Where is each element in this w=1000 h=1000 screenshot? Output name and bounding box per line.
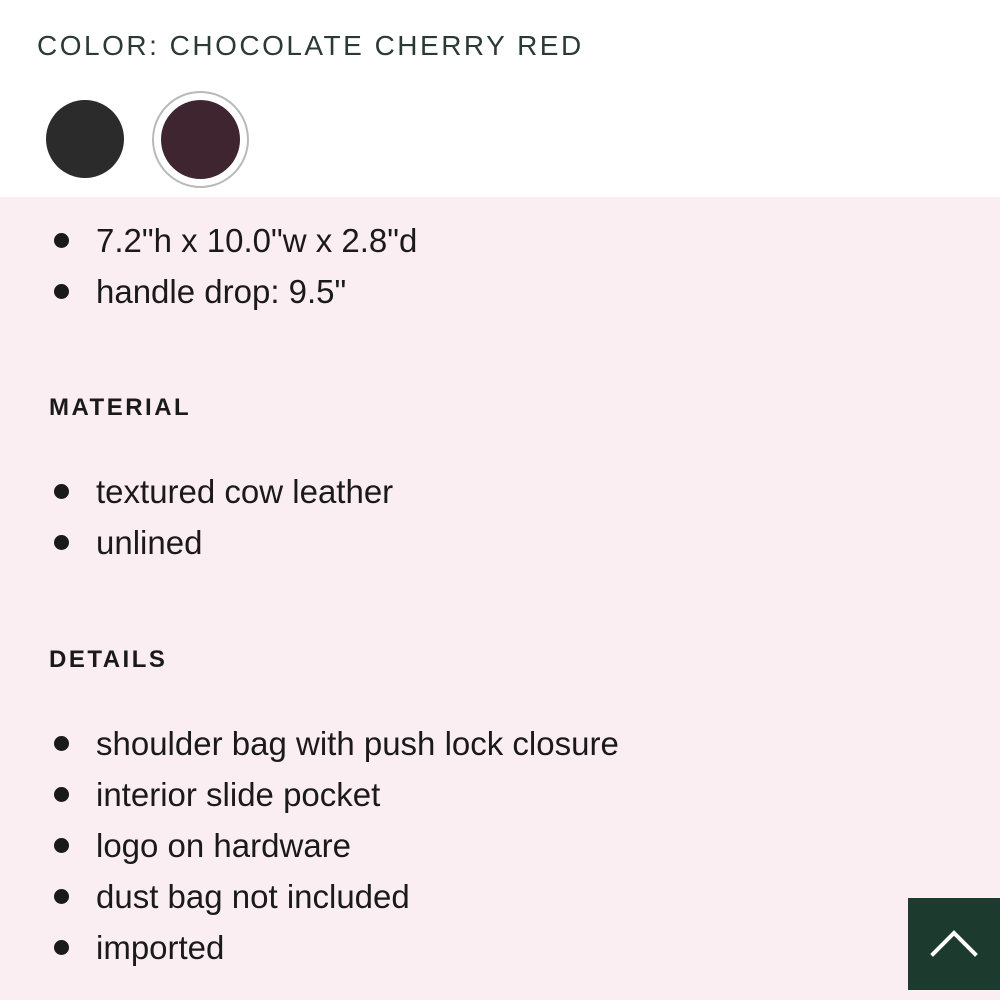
list-item-text: textured cow leather [96, 473, 394, 510]
bullet-icon [54, 233, 69, 248]
dimensions-list: 7.2"h x 10.0"w x 2.8"d handle drop: 9.5" [0, 215, 417, 317]
list-item: logo on hardware [0, 820, 619, 871]
material-list: textured cow leather unlined [0, 466, 393, 568]
bullet-icon [54, 535, 69, 550]
bullet-icon [54, 889, 69, 904]
color-swatch-black[interactable] [46, 100, 124, 178]
bullet-icon [54, 787, 69, 802]
bullet-icon [54, 838, 69, 853]
list-item: interior slide pocket [0, 769, 619, 820]
color-selector: COLOR: CHOCOLATE CHERRY RED [0, 0, 1000, 197]
product-info-panel: 7.2"h x 10.0"w x 2.8"d handle drop: 9.5"… [0, 197, 1000, 1000]
list-item-text: interior slide pocket [96, 776, 381, 813]
list-item: shoulder bag with push lock closure [0, 718, 619, 769]
color-swatch-chocolate-cherry-red[interactable] [152, 91, 249, 188]
list-item-text: handle drop: 9.5" [96, 273, 347, 310]
product-details-page: COLOR: CHOCOLATE CHERRY RED 7.2"h x 10.0… [0, 0, 1000, 1000]
list-item: 7.2"h x 10.0"w x 2.8"d [0, 215, 417, 266]
bullet-icon [54, 736, 69, 751]
list-item-text: dust bag not included [96, 878, 410, 915]
bullet-icon [54, 284, 69, 299]
list-item-text: imported [96, 929, 225, 966]
list-item: handle drop: 9.5" [0, 266, 417, 317]
details-heading: DETAILS [49, 646, 168, 673]
list-item-text: 7.2"h x 10.0"w x 2.8"d [96, 222, 418, 259]
list-item: imported [0, 922, 619, 973]
scroll-to-top-button[interactable] [908, 898, 1000, 990]
bullet-icon [54, 484, 69, 499]
details-list: shoulder bag with push lock closure inte… [0, 718, 619, 973]
list-item-text: shoulder bag with push lock closure [96, 725, 619, 762]
list-item: textured cow leather [0, 466, 393, 517]
list-item-text: unlined [96, 524, 203, 561]
list-item: unlined [0, 517, 393, 568]
list-item: dust bag not included [0, 871, 619, 922]
color-label: COLOR: CHOCOLATE CHERRY RED [37, 30, 584, 61]
material-heading: MATERIAL [49, 394, 192, 421]
list-item-text: logo on hardware [96, 827, 352, 864]
chevron-up-icon [930, 930, 978, 957]
swatch-fill [161, 100, 240, 179]
bullet-icon [54, 940, 69, 955]
